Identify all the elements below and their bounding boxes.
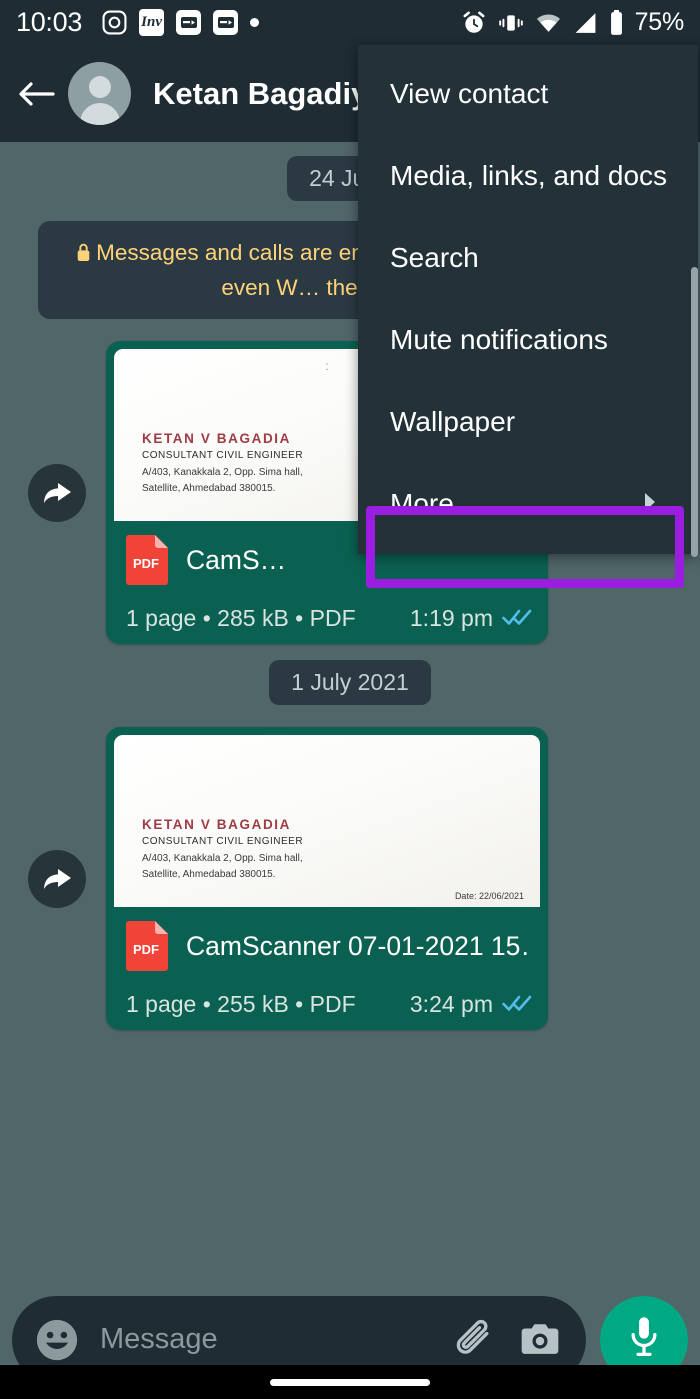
menu-item-label: Search bbox=[390, 242, 479, 273]
microphone-icon bbox=[624, 1314, 664, 1365]
document-meta-row: 1 page • 255 kB • PDF 3:24 pm bbox=[106, 985, 548, 1030]
document-thumbnail[interactable]: KETAN V BAGADIA CONSULTANT CIVIL ENGINEE… bbox=[114, 735, 540, 907]
phone-screen: 10:03 Inv 75% Ketan Bagadiya 24 June Mes… bbox=[0, 0, 700, 1399]
thumbnail-letterhead: KETAN V BAGADIA CONSULTANT CIVIL ENGINEE… bbox=[142, 816, 303, 881]
inv-app-icon: Inv bbox=[139, 9, 165, 36]
status-bar-notification-icons: Inv bbox=[102, 9, 260, 36]
forward-button[interactable] bbox=[28, 849, 86, 908]
letterhead-address-line-2: Satellite, Ahmedabad 380015. bbox=[142, 482, 276, 494]
thumbnail-date: Date: 22/06/2021 bbox=[454, 891, 524, 901]
alarm-icon bbox=[461, 10, 487, 36]
back-button[interactable] bbox=[14, 71, 60, 117]
letterhead-name: KETAN V BAGADIA bbox=[142, 816, 292, 832]
menu-item-label: Mute notifications bbox=[390, 324, 608, 355]
document-message-bubble[interactable]: KETAN V BAGADIA CONSULTANT CIVIL ENGINEE… bbox=[106, 727, 548, 1030]
menu-item-view-contact[interactable]: View contact bbox=[358, 53, 698, 135]
menu-item-label: More bbox=[390, 488, 454, 519]
thumbnail-letterhead: KETAN V BAGADIA CONSULTANT CIVIL ENGINEE… bbox=[142, 430, 303, 495]
menu-item-label: Media, links, and docs bbox=[390, 160, 668, 191]
battery-icon bbox=[609, 9, 624, 36]
document-filename-row[interactable]: PDF CamScanner 07-01-2021 15… bbox=[106, 907, 548, 985]
card-icon bbox=[176, 10, 202, 35]
menu-item-more[interactable]: More bbox=[358, 463, 698, 545]
instagram-icon bbox=[102, 10, 127, 35]
thumbnail-mark: : bbox=[325, 359, 329, 373]
contact-avatar[interactable] bbox=[68, 62, 131, 125]
document-filename: CamS… bbox=[186, 544, 287, 575]
camera-icon[interactable] bbox=[518, 1318, 562, 1362]
read-receipt-icon bbox=[502, 607, 532, 631]
status-bar: 10:03 Inv 75% bbox=[0, 0, 700, 45]
menu-item-label: View contact bbox=[390, 78, 549, 109]
letterhead-role: CONSULTANT CIVIL ENGINEER bbox=[142, 836, 304, 848]
message-row: KETAN V BAGADIA CONSULTANT CIVIL ENGINEE… bbox=[0, 727, 700, 1030]
document-meta-row: 1 page • 285 kB • PDF 1:19 pm bbox=[106, 599, 548, 644]
home-gesture-pill[interactable] bbox=[270, 1378, 430, 1386]
wifi-icon bbox=[535, 12, 562, 34]
card-icon bbox=[213, 10, 239, 35]
battery-percent-label: 75% bbox=[634, 8, 685, 36]
letterhead-name: KETAN V BAGADIA bbox=[142, 430, 292, 446]
letterhead-address-line-1: A/403, Kanakkala 2, Opp. Sima hall, bbox=[142, 852, 303, 864]
signal-icon bbox=[573, 12, 598, 34]
document-meta: 1 page • 255 kB • PDF bbox=[126, 991, 356, 1017]
menu-item-wallpaper[interactable]: Wallpaper bbox=[358, 381, 698, 463]
svg-text:PDF: PDF bbox=[133, 556, 159, 571]
menu-scrollbar[interactable] bbox=[691, 267, 698, 557]
pdf-file-icon: PDF bbox=[126, 535, 168, 585]
system-navigation-bar bbox=[0, 1365, 700, 1399]
letterhead-address-line-1: A/403, Kanakkala 2, Opp. Sima hall, bbox=[142, 466, 303, 478]
date-divider-row: 1 July 2021 bbox=[0, 660, 700, 705]
message-status-group: 3:24 pm bbox=[410, 991, 532, 1018]
svg-text:PDF: PDF bbox=[133, 942, 159, 957]
menu-item-mute-notifications[interactable]: Mute notifications bbox=[358, 299, 698, 381]
emoji-icon[interactable] bbox=[34, 1317, 80, 1363]
document-filename: CamScanner 07-01-2021 15… bbox=[186, 930, 532, 961]
chevron-right-icon bbox=[642, 488, 658, 520]
letterhead-role: CONSULTANT CIVIL ENGINEER bbox=[142, 450, 304, 462]
forward-button[interactable] bbox=[28, 463, 86, 522]
overflow-menu[interactable]: View contact Media, links, and docs Sear… bbox=[358, 45, 698, 588]
vibrate-icon bbox=[498, 10, 524, 36]
date-divider-chip: 1 July 2021 bbox=[269, 660, 431, 705]
message-time: 1:19 pm bbox=[409, 605, 493, 631]
paperclip-icon[interactable] bbox=[452, 1318, 496, 1362]
dot-icon bbox=[250, 18, 260, 27]
message-input[interactable]: Message bbox=[100, 1323, 452, 1356]
menu-item-media-links-docs[interactable]: Media, links, and docs bbox=[358, 135, 698, 217]
read-receipt-icon bbox=[502, 993, 532, 1017]
status-bar-system-icons: 75% bbox=[461, 8, 684, 37]
document-meta: 1 page • 285 kB • PDF bbox=[126, 605, 356, 631]
menu-item-search[interactable]: Search bbox=[358, 217, 698, 299]
message-time: 3:24 pm bbox=[409, 991, 493, 1017]
lock-icon bbox=[76, 238, 91, 271]
menu-item-label: Wallpaper bbox=[390, 406, 516, 437]
contact-name[interactable]: Ketan Bagadiya bbox=[153, 76, 386, 112]
letterhead-address-line-2: Satellite, Ahmedabad 380015. bbox=[142, 868, 276, 880]
pdf-file-icon: PDF bbox=[126, 921, 168, 971]
message-status-group: 1:19 pm bbox=[410, 605, 532, 632]
status-bar-clock: 10:03 bbox=[16, 7, 83, 37]
